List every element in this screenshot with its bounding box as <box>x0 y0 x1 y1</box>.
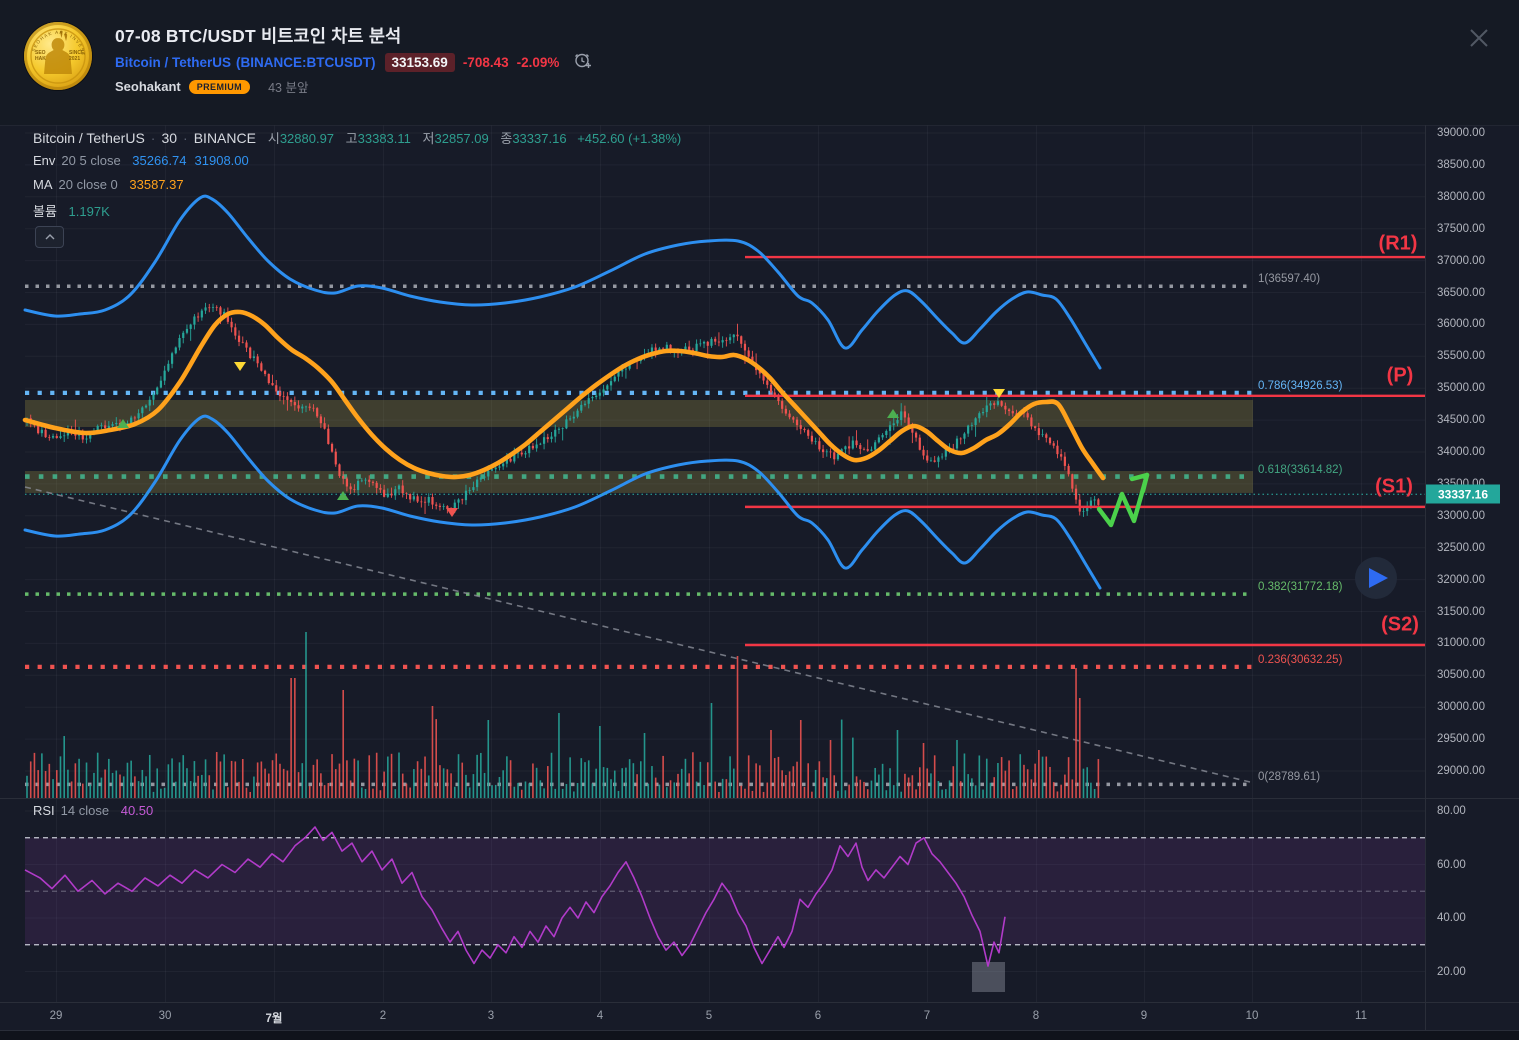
ohlc-close-label: 종 <box>500 131 512 146</box>
legend-interval: 30 <box>161 130 177 146</box>
ohlc-high: 33383.11 <box>358 131 411 146</box>
last-price-label: 33337.16 <box>1426 485 1500 504</box>
play-button[interactable] <box>1355 557 1397 599</box>
ohlc-low: 32857.09 <box>435 131 489 146</box>
volume-legend[interactable]: 볼륨 1.197K <box>33 201 110 220</box>
rsi-indicator-legend[interactable]: RSI 14 close 40.50 <box>33 803 153 818</box>
env-name: Env <box>33 153 55 168</box>
rsi-name: RSI <box>33 803 55 818</box>
ma-value: 33587.37 <box>129 177 183 192</box>
price-scale[interactable] <box>1425 125 1519 1002</box>
ma-params: 20 close 0 <box>59 177 118 192</box>
ohlc-open: 32880.97 <box>280 131 334 146</box>
legend-exchange: BINANCE <box>194 130 256 146</box>
main-series-legend[interactable]: Bitcoin / TetherUS·30·BINANCE 시32880.97 … <box>33 128 681 147</box>
env-lower-value: 31908.00 <box>195 153 249 168</box>
ohlc-high-label: 고 <box>346 131 358 146</box>
idea-viewer-window: SEOHAK ART INVESTMENT FORUM SEO HAK SINC… <box>0 0 1519 1040</box>
env-upper-value: 35266.74 <box>132 153 186 168</box>
ma-name: MA <box>33 177 53 192</box>
volume-name: 볼륨 <box>33 204 57 219</box>
ma-indicator-legend[interactable]: MA 20 close 0 33587.37 <box>33 177 184 192</box>
rsi-params: 14 close <box>61 803 109 818</box>
ohlc-close: 33337.16 <box>512 131 566 146</box>
collapse-legend-button[interactable] <box>35 226 64 248</box>
env-indicator-legend[interactable]: Env 20 5 close 35266.74 31908.00 <box>33 153 249 168</box>
rsi-value: 40.50 <box>121 803 154 818</box>
legend-symbol: Bitcoin / TetherUS <box>33 130 145 146</box>
env-params: 20 5 close <box>61 153 120 168</box>
ohlc-open-label: 시 <box>268 131 280 146</box>
ohlc-change: +452.60 (+1.38%) <box>577 131 681 146</box>
volume-value: 1.197K <box>69 204 110 219</box>
ohlc-low-label: 저 <box>423 131 435 146</box>
time-scale[interactable] <box>0 1002 1425 1030</box>
